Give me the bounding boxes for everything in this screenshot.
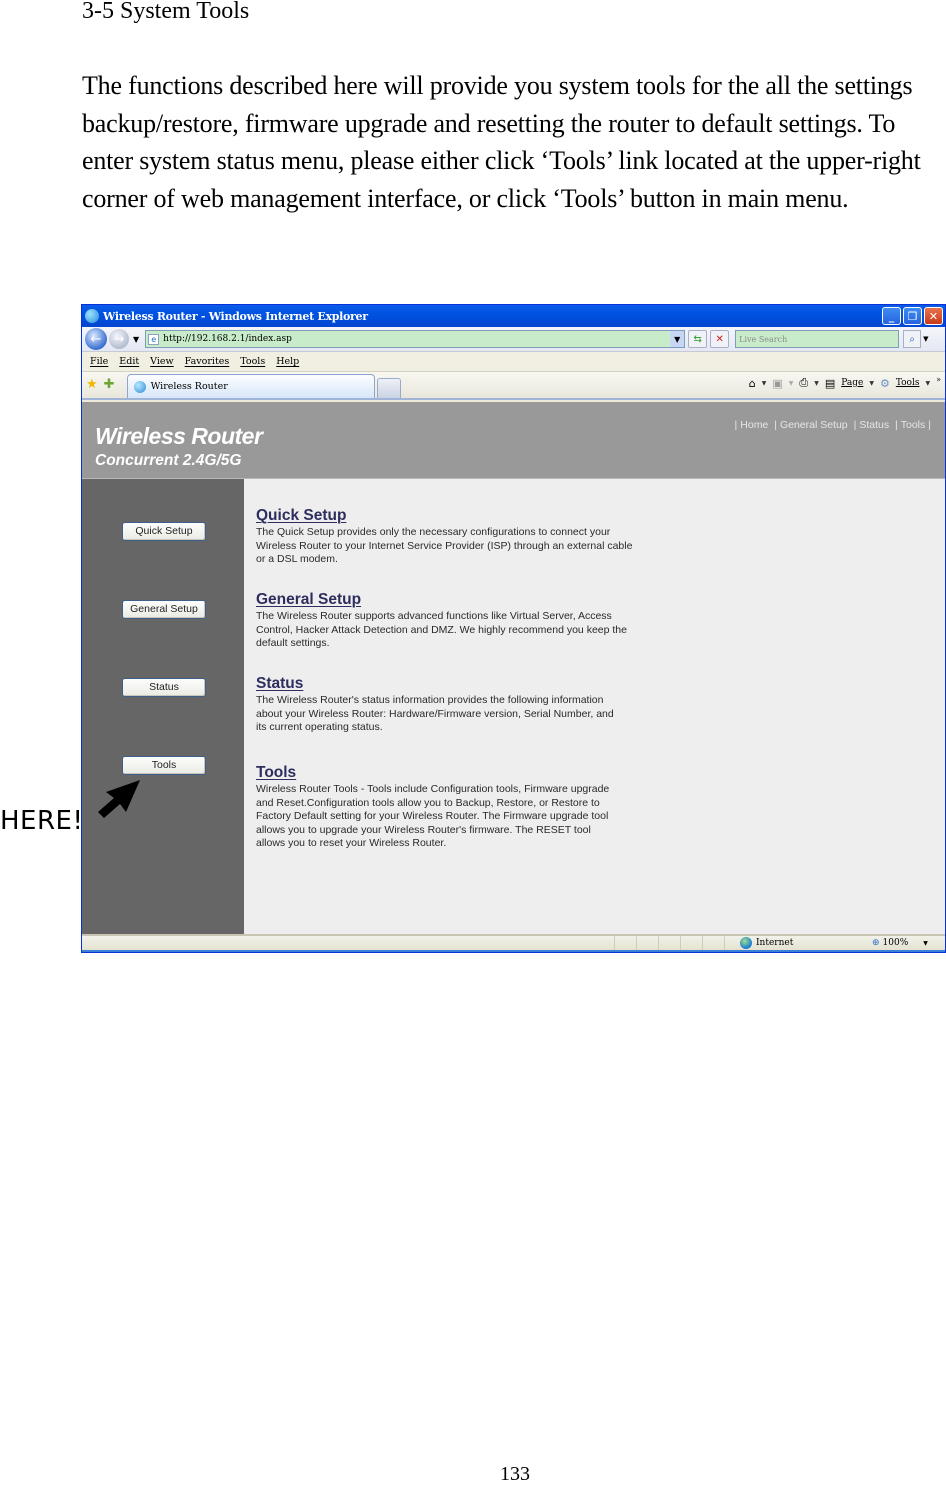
quick-setup-button[interactable]: Quick Setup [122,522,206,541]
forward-button[interactable]: → [109,329,129,349]
zoom-icon: ⊕ [872,938,880,948]
intro-paragraph: The functions described here will provid… [82,71,921,213]
general-setup-description: The Wireless Router supports advanced fu… [256,610,627,649]
top-nav-links: | Home | General Setup | Status | Tools | [734,419,931,431]
url-input[interactable]: e http://192.168.2.1/index.asp ▼ [145,330,686,348]
feeds-icon[interactable]: ▣ [772,377,782,390]
page-icon: e [148,333,160,345]
ie-page-icon [133,380,146,393]
address-bar: ← → ▼ e http://192.168.2.1/index.asp ▼ ⇆… [82,327,945,352]
command-bar: ⌂ ▼ ▣ ▼ ⎙ ▼ ▤ Page ▼ ⚙ Tools ▼ » [749,375,941,390]
tools-link[interactable]: Tools [256,764,622,782]
status-bar: Internet ⊕ 100% ▼ [82,934,945,952]
brand-subtitle: Concurrent 2.4G/5G [95,452,242,469]
security-zone: Internet [740,936,793,950]
minimize-button[interactable]: _ [882,307,901,325]
quick-setup-link[interactable]: Quick Setup [256,507,636,525]
tab-wireless-router[interactable]: Wireless Router [126,374,375,398]
page-menu[interactable]: Page [841,378,863,388]
router-header: Wireless Router Concurrent 2.4G/5G | Home… [82,402,945,479]
back-button[interactable]: ← [85,328,107,350]
status-button[interactable]: Status [122,678,206,697]
more-chevron-icon[interactable]: » [936,375,941,384]
url-text[interactable]: http://192.168.2.1/index.asp [163,334,670,344]
menu-tools[interactable]: Tools [240,356,265,367]
status-segment [658,936,680,950]
history-dropdown-icon[interactable]: ▼ [133,335,139,344]
tools-button[interactable]: Tools [122,756,206,775]
gear-icon: ⚙ [879,376,890,390]
here-annotation: HERE! [0,806,84,836]
top-link-status[interactable]: Status [859,419,889,431]
window-title: Wireless Router - Windows Internet Explo… [103,309,368,323]
print-icon[interactable]: ⎙ [799,376,808,390]
menu-bar: File Edit View Favorites Tools Help [82,352,945,372]
arrow-left-icon: ← [90,331,102,347]
tools-menu[interactable]: Tools [896,378,920,388]
pointer-arrow-icon [98,780,140,818]
arrow-right-icon: → [113,331,125,347]
zoom-control[interactable]: ⊕ 100% ▼ [872,936,928,950]
zone-label: Internet [756,938,794,948]
print-dropdown[interactable]: ▼ [814,380,819,387]
router-sidebar: Quick Setup General Setup Status Tools [82,479,244,936]
refresh-button[interactable]: ⇆ [688,330,708,348]
restore-button[interactable]: ❐ [903,307,922,325]
menu-favorites[interactable]: Favorites [185,356,230,367]
top-link-general-setup[interactable]: General Setup [780,419,848,431]
page-number: 133 [500,1463,530,1485]
menu-view[interactable]: View [150,356,174,367]
tab-bar: ★ ✚ Wireless Router ⌂ ▼ ▣ ▼ ⎙ ▼ ▤ Page ▼ ⚙ Too… [82,372,945,400]
tools-description: Wireless Router Tools - Tools include Co… [256,783,610,849]
search-button[interactable]: ⌕ [903,330,922,348]
section-heading: 3-5 System Tools [82,0,250,24]
status-segment [614,936,636,950]
brand-title: Wireless Router [95,423,263,449]
menu-help[interactable]: Help [276,356,299,367]
section-tools: Tools Wireless Router Tools - Tools incl… [256,764,622,851]
globe-icon [740,937,752,949]
status-segment [636,936,658,950]
zoom-dropdown[interactable]: ▼ [923,940,928,947]
chevron-down-icon[interactable]: ▼ [670,331,685,347]
general-setup-link[interactable]: General Setup [256,591,636,609]
browser-window: Wireless Router - Windows Internet Explo… [81,304,946,953]
new-tab-button[interactable] [376,378,401,398]
favorites-star-icon[interactable]: ★ [86,377,98,392]
refresh-icon: ⇆ [693,333,702,345]
title-bar[interactable]: Wireless Router - Windows Internet Explo… [82,305,945,327]
router-page: Wireless Router Concurrent 2.4G/5G | Home… [82,402,945,936]
top-link-home[interactable]: Home [740,419,768,431]
top-link-tools[interactable]: Tools [901,419,926,431]
zoom-level: 100% [882,938,909,948]
home-dropdown[interactable]: ▼ [762,380,767,387]
page-menu-icon: ▤ [824,376,836,390]
page-dropdown[interactable]: ▼ [869,380,874,387]
feeds-dropdown[interactable]: ▼ [789,380,794,387]
stop-button[interactable]: ✕ [710,330,730,348]
tools-dropdown[interactable]: ▼ [925,380,930,387]
section-general-setup: General Setup The Wireless Router suppor… [256,591,636,651]
close-button[interactable]: ✕ [924,307,943,325]
status-link[interactable]: Status [256,675,624,693]
search-input[interactable]: Live Search [735,330,900,348]
status-description: The Wireless Router's status information… [256,694,614,733]
ie-logo-icon [85,309,99,323]
tab-title: Wireless Router [150,381,228,392]
status-segment [680,936,702,950]
search-options-dropdown[interactable]: ▼ [923,335,933,343]
home-icon[interactable]: ⌂ [749,377,756,390]
menu-edit[interactable]: Edit [119,356,139,367]
status-segment [702,936,724,950]
menu-file[interactable]: File [90,356,108,367]
section-status: Status The Wireless Router's status info… [256,675,624,735]
section-quick-setup: Quick Setup The Quick Setup provides onl… [256,507,636,567]
general-setup-button[interactable]: General Setup [122,600,206,619]
quick-setup-description: The Quick Setup provides only the necess… [256,526,633,565]
stop-icon: ✕ [715,333,724,345]
search-icon: ⌕ [909,333,915,345]
add-favorite-icon[interactable]: ✚ [104,377,115,392]
